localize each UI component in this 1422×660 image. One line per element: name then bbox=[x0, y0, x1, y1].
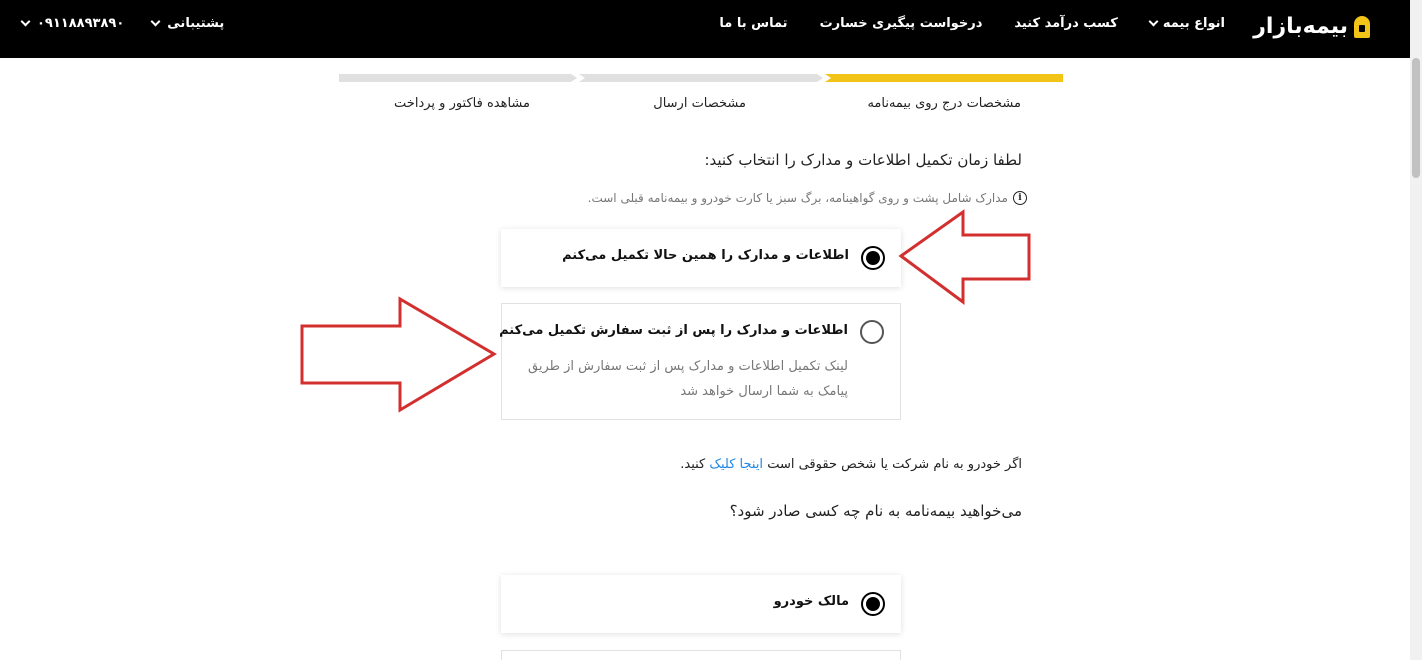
phone-number: ۰۹۱۱۸۸۹۳۸۹۰ bbox=[37, 15, 125, 31]
chevron-down-icon bbox=[1148, 16, 1159, 26]
support-label: پشتیبانی bbox=[167, 15, 225, 31]
option-other-person[interactable] bbox=[501, 650, 901, 660]
option-complete-now[interactable]: اطلاعات و مدارک را همین حالا تکمیل می‌کن… bbox=[501, 229, 901, 287]
logo[interactable]: بیمه‌بازار bbox=[1253, 14, 1370, 39]
nav-earn-income[interactable]: کسب درآمد کنید bbox=[1014, 16, 1117, 31]
option-complete-later-description: لینک تکمیل اطلاعات و مدارک پس از ثبت سفا… bbox=[528, 359, 848, 399]
option-complete-later-label: اطلاعات و مدارک را پس از ثبت سفارش تکمیل… bbox=[499, 323, 848, 338]
step-bar-invoice bbox=[339, 74, 577, 82]
documents-info-text: مدارک شامل پشت و روی گواهینامه، برگ سبز … bbox=[587, 191, 1008, 205]
info-icon: i bbox=[1013, 191, 1027, 205]
company-owner-note: اگر خودرو به نام شرکت یا شخص حقوقی است ا… bbox=[680, 457, 1022, 472]
top-header: بیمه‌بازار انواع بیمه کسب درآمد کنید درخ… bbox=[0, 0, 1410, 58]
documents-info: i مدارک شامل پشت و روی گواهینامه، برگ سب… bbox=[588, 191, 1027, 205]
step-bar-policy-details bbox=[825, 74, 1063, 82]
phone-dropdown[interactable]: ۰۹۱۱۸۸۹۳۸۹۰ bbox=[20, 15, 125, 31]
option-car-owner[interactable]: مالک خودرو bbox=[501, 575, 901, 633]
option-car-owner-label: مالک خودرو bbox=[773, 594, 849, 609]
radio-car-owner[interactable] bbox=[861, 592, 885, 616]
header-left-nav: ۰۹۱۱۸۸۹۳۸۹۰ پشتیبانی bbox=[20, 0, 225, 46]
scrollbar[interactable] bbox=[1410, 0, 1422, 660]
step-bar-shipping bbox=[579, 74, 823, 82]
nav-contact-us[interactable]: تماس با ما bbox=[719, 16, 787, 31]
option-complete-now-label: اطلاعات و مدارک را همین حالا تکمیل می‌کن… bbox=[562, 248, 849, 263]
annotation-arrow-left-icon bbox=[898, 209, 1031, 305]
progress-stepper bbox=[339, 74, 1063, 82]
step-label-policy-details: مشخصات درج روی بیمه‌نامه bbox=[867, 96, 1021, 111]
completion-title: لطفا زمان تکمیل اطلاعات و مدارک را انتخا… bbox=[704, 151, 1022, 169]
lock-logo-icon bbox=[1354, 15, 1370, 38]
support-dropdown[interactable]: پشتیبانی bbox=[150, 15, 225, 31]
issuer-title: می‌خواهید بیمه‌نامه به نام چه کسی صادر ش… bbox=[729, 502, 1022, 520]
chevron-down-icon bbox=[20, 16, 31, 26]
annotation-arrow-right-icon bbox=[300, 296, 497, 413]
option-complete-later[interactable]: اطلاعات و مدارک را پس از ثبت سفارش تکمیل… bbox=[499, 303, 901, 420]
click-here-link[interactable]: اینجا کلیک bbox=[709, 457, 763, 472]
nav-insurance-types[interactable]: انواع بیمه bbox=[1148, 16, 1225, 31]
step-label-invoice: مشاهده فاکتور و پرداخت bbox=[394, 96, 530, 111]
radio-complete-later[interactable] bbox=[860, 320, 884, 344]
chevron-down-icon bbox=[150, 16, 161, 26]
main-nav: انواع بیمه کسب درآمد کنید درخواست پیگیری… bbox=[719, 0, 1225, 46]
logo-text: بیمه‌بازار bbox=[1253, 14, 1348, 39]
step-label-shipping: مشخصات ارسال bbox=[653, 96, 746, 111]
radio-complete-now[interactable] bbox=[861, 246, 885, 270]
scrollbar-thumb[interactable] bbox=[1412, 58, 1420, 178]
nav-claim-tracking[interactable]: درخواست پیگیری خسارت bbox=[820, 16, 983, 31]
